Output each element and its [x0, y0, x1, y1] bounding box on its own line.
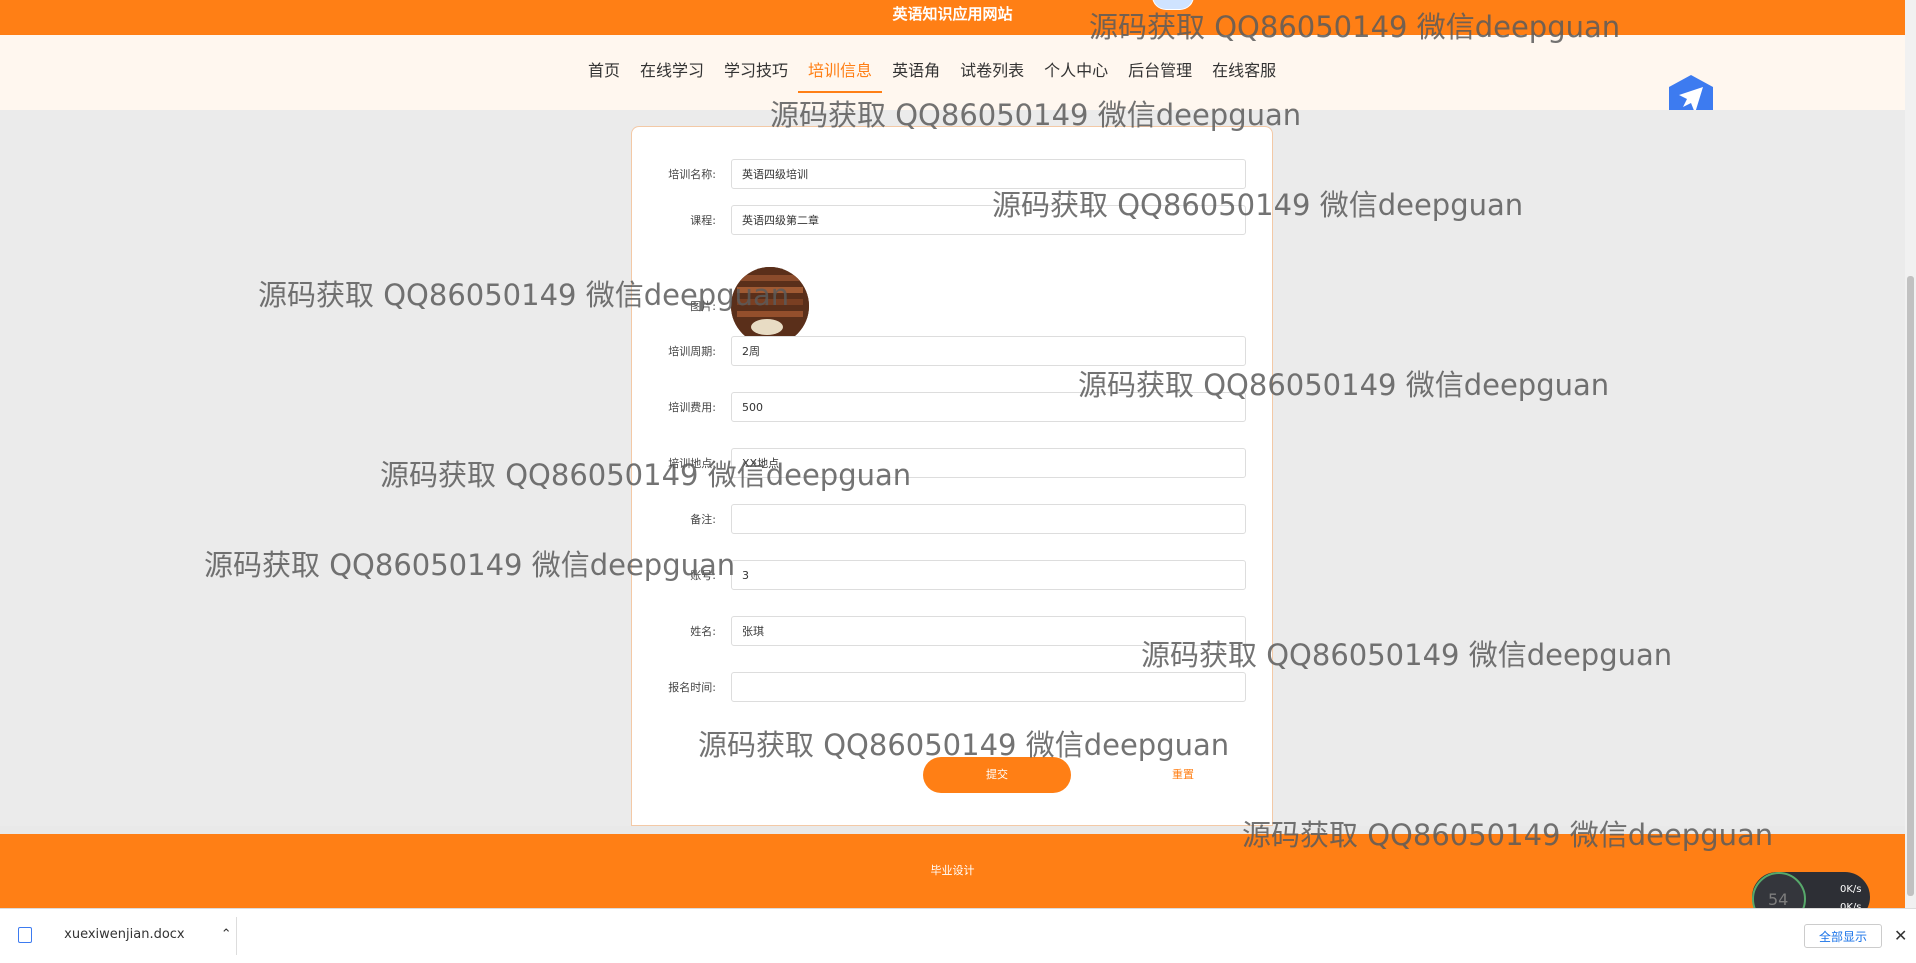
nav-training-info[interactable]: 培训信息	[798, 61, 883, 93]
nav-exam-list[interactable]: 试卷列表	[950, 61, 1034, 91]
show-all-button[interactable]: 全部显示	[1804, 924, 1882, 948]
footer: 毕业设计	[0, 834, 1905, 908]
course-label: 课程:	[690, 214, 716, 227]
download-divider	[236, 917, 237, 955]
download-item[interactable]: xuexiwenjian.docx ⌃	[18, 923, 232, 947]
nav-personal-center[interactable]: 个人中心	[1034, 61, 1118, 91]
doc-file-icon	[18, 926, 32, 943]
training-signup-form: 培训名称: 英语四级培训 课程: 英语四级第二章 图片: 培训周期: 2周 培训…	[631, 126, 1273, 826]
account-label: 账号:	[690, 569, 716, 582]
signup-time-label: 报名时间:	[668, 681, 716, 694]
name-label: 姓名:	[690, 625, 716, 638]
name-field[interactable]: 张琪	[731, 616, 1246, 646]
speed-badge: 54	[1768, 890, 1789, 909]
nav-admin[interactable]: 后台管理	[1118, 61, 1202, 91]
submit-button[interactable]: 提交	[923, 757, 1071, 793]
main-navigation: 首页 在线学习 学习技巧 培训信息 英语角 试卷列表 个人中心 后台管理 在线客…	[0, 35, 1905, 127]
download-bar: xuexiwenjian.docx ⌃ 全部显示 ✕	[0, 908, 1916, 963]
training-name-field[interactable]: 英语四级培训	[731, 159, 1246, 189]
period-label: 培训周期:	[668, 345, 716, 358]
course-field[interactable]: 英语四级第二章	[731, 205, 1246, 235]
period-field[interactable]: 2周	[731, 336, 1246, 366]
image-label: 图片:	[690, 300, 716, 313]
reset-button[interactable]: 重置	[1153, 757, 1213, 793]
site-title: 英语知识应用网站	[892, 5, 1013, 23]
account-field[interactable]: 3	[731, 560, 1246, 590]
fee-field[interactable]: 500	[731, 392, 1246, 422]
nav-online-study[interactable]: 在线学习	[630, 61, 714, 91]
training-image	[731, 267, 809, 345]
training-name-label: 培训名称:	[668, 168, 716, 181]
download-filename: xuexiwenjian.docx	[64, 927, 185, 942]
location-field[interactable]: XX地点	[731, 448, 1246, 478]
nav-study-tips[interactable]: 学习技巧	[714, 61, 798, 91]
location-label: 培训地点:	[668, 457, 716, 470]
scrollbar-thumb[interactable]	[1907, 276, 1914, 896]
chevron-up-icon[interactable]: ⌃	[221, 927, 232, 942]
remark-field[interactable]	[731, 504, 1246, 534]
signup-time-field[interactable]	[731, 672, 1246, 702]
content-area: 培训名称: 英语四级培训 课程: 英语四级第二章 图片: 培训周期: 2周 培训…	[0, 110, 1905, 826]
footer-text: 毕业设计	[930, 864, 975, 877]
close-icon[interactable]: ✕	[1894, 924, 1907, 948]
nav-customer-service[interactable]: 在线客服	[1202, 61, 1286, 91]
nav-home[interactable]: 首页	[578, 61, 630, 91]
top-header-bar: 英语知识应用网站	[0, 0, 1905, 35]
fee-label: 培训费用:	[668, 401, 716, 414]
remark-label: 备注:	[690, 513, 716, 526]
nav-english-corner[interactable]: 英语角	[882, 61, 950, 91]
upload-speed: 0K/s	[1840, 884, 1862, 895]
